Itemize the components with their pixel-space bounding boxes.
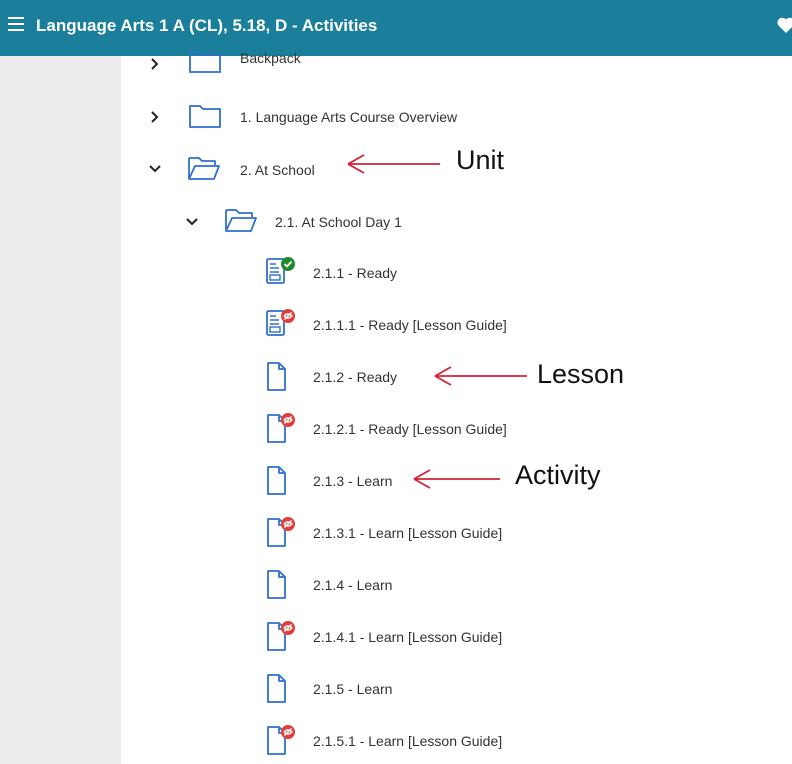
item-label: 2.1.4.1 - Learn [Lesson Guide] — [313, 629, 503, 645]
folder-open-icon — [188, 157, 220, 180]
tree-folder-course-overview[interactable]: 1. Language Arts Course Overview — [121, 98, 792, 138]
chevron-right-icon[interactable] — [148, 110, 162, 124]
annotation-label-lesson: Lesson — [537, 359, 625, 389]
item-label: 2.1.4 - Learn — [313, 577, 393, 593]
item-label: 2.1.1.1 - Ready [Lesson Guide] — [313, 317, 507, 333]
annotation-label-unit: Unit — [456, 145, 505, 175]
checklist-doc-icon — [266, 257, 295, 284]
heart-icon[interactable] — [776, 15, 792, 35]
doc-icon — [267, 570, 286, 599]
tree-folder-backpack[interactable]: Backpack — [121, 46, 792, 86]
annotation-label-activity: Activity — [515, 460, 601, 490]
left-rail — [0, 56, 121, 764]
folder-label: Backpack — [240, 50, 301, 66]
folder-label: 1. Language Arts Course Overview — [240, 109, 458, 125]
doc-icon — [267, 674, 286, 703]
doc-icon — [267, 362, 286, 391]
tree-item[interactable]: 2.1.4 - Learn — [121, 566, 792, 606]
doc-icon — [267, 621, 295, 651]
tree-item[interactable]: 2.1.5 - Learn — [121, 670, 792, 710]
annotation-arrow-activity — [413, 469, 500, 489]
tree-item[interactable]: 2.1.3.1 - Learn [Lesson Guide] — [121, 514, 792, 554]
item-label: 2.1.5.1 - Learn [Lesson Guide] — [313, 733, 503, 749]
doc-icon — [267, 517, 295, 547]
tree-folder-at-school-day-1[interactable]: 2.1. At School Day 1 — [121, 202, 792, 242]
tree-item[interactable]: 2.1.2.1 - Ready [Lesson Guide] — [121, 410, 792, 450]
item-label: 2.1.1 - Ready — [313, 265, 398, 281]
chevron-right-icon[interactable] — [148, 57, 162, 71]
page-title: Language Arts 1 A (CL), 5.18, D - Activi… — [36, 16, 378, 35]
item-label: 2.1.5 - Learn — [313, 681, 393, 697]
folder-icon — [189, 105, 221, 128]
checklist-doc-icon — [266, 309, 295, 336]
doc-icon — [267, 413, 295, 443]
tree-item[interactable]: 2.1.1.1 - Ready [Lesson Guide] — [121, 306, 792, 346]
tree-item[interactable]: 2.1.1 - Ready — [121, 254, 792, 294]
chevron-down-icon[interactable] — [148, 162, 162, 176]
folder-label: 2.1. At School Day 1 — [275, 214, 402, 230]
item-label: 2.1.3.1 - Learn [Lesson Guide] — [313, 525, 503, 541]
tree-item[interactable]: 2.1.4.1 - Learn [Lesson Guide] — [121, 618, 792, 658]
doc-icon — [267, 725, 295, 755]
hamburger-menu-icon[interactable] — [8, 17, 24, 31]
item-label: 2.1.3 - Learn — [313, 473, 393, 489]
item-label: 2.1.2.1 - Ready [Lesson Guide] — [313, 421, 507, 437]
folder-icon — [189, 51, 221, 73]
item-label: 2.1.2 - Ready — [313, 369, 398, 385]
folder-open-icon — [225, 209, 257, 232]
folder-label: 2. At School — [240, 162, 315, 178]
annotation-arrow-lesson — [434, 366, 527, 386]
annotation-arrow-unit — [347, 154, 440, 174]
chevron-down-icon[interactable] — [185, 215, 199, 229]
tree-item[interactable]: 2.1.5.1 - Learn [Lesson Guide] — [121, 722, 792, 762]
doc-icon — [267, 466, 286, 495]
